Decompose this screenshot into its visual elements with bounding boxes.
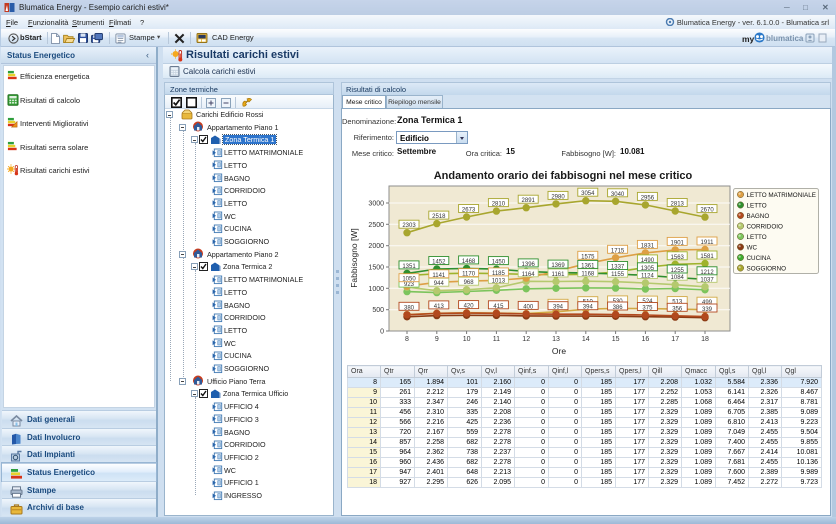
svg-text:1212: 1212 bbox=[700, 270, 714, 276]
svg-text:13: 13 bbox=[552, 336, 560, 343]
svg-text:12: 12 bbox=[522, 336, 530, 343]
svg-text:944: 944 bbox=[434, 281, 445, 287]
svg-text:1831: 1831 bbox=[641, 243, 655, 249]
svg-text:356: 356 bbox=[672, 306, 683, 312]
svg-text:1037: 1037 bbox=[700, 277, 714, 283]
svg-text:2518: 2518 bbox=[432, 214, 446, 220]
svg-text:1255: 1255 bbox=[671, 268, 685, 274]
svg-text:375: 375 bbox=[642, 306, 653, 312]
svg-text:1450: 1450 bbox=[492, 260, 506, 266]
svg-text:500: 500 bbox=[372, 307, 384, 314]
svg-text:1563: 1563 bbox=[671, 255, 685, 261]
svg-text:SOGGIORNO: SOGGIORNO bbox=[747, 265, 787, 272]
svg-text:2670: 2670 bbox=[700, 208, 714, 214]
svg-text:1901: 1901 bbox=[671, 240, 685, 246]
svg-text:1351: 1351 bbox=[402, 264, 416, 270]
svg-text:1185: 1185 bbox=[492, 271, 506, 277]
svg-text:2673: 2673 bbox=[462, 208, 476, 214]
svg-text:2956: 2956 bbox=[641, 195, 655, 201]
svg-text:BAGNO: BAGNO bbox=[747, 213, 770, 220]
svg-text:Fabbisogno [W]: Fabbisogno [W] bbox=[349, 228, 359, 288]
svg-text:2810: 2810 bbox=[492, 202, 506, 208]
svg-text:1013: 1013 bbox=[492, 278, 506, 284]
svg-text:14: 14 bbox=[582, 336, 590, 343]
svg-text:CORRIDOIO: CORRIDOIO bbox=[747, 223, 783, 230]
svg-text:380: 380 bbox=[404, 305, 415, 311]
svg-text:2813: 2813 bbox=[671, 202, 685, 208]
svg-text:1369: 1369 bbox=[551, 263, 565, 269]
svg-text:2891: 2891 bbox=[522, 198, 536, 204]
svg-text:968: 968 bbox=[464, 280, 475, 286]
svg-text:1155: 1155 bbox=[611, 272, 625, 278]
svg-text:394: 394 bbox=[583, 305, 594, 311]
svg-text:1396: 1396 bbox=[522, 262, 536, 268]
svg-text:1715: 1715 bbox=[611, 248, 625, 254]
svg-text:1000: 1000 bbox=[368, 286, 384, 293]
svg-text:1500: 1500 bbox=[368, 265, 384, 272]
svg-text:1141: 1141 bbox=[432, 273, 446, 279]
svg-text:1468: 1468 bbox=[462, 259, 476, 265]
svg-text:3000: 3000 bbox=[368, 201, 384, 208]
svg-text:1161: 1161 bbox=[552, 272, 566, 278]
svg-text:2000: 2000 bbox=[368, 243, 384, 250]
svg-text:2500: 2500 bbox=[368, 222, 384, 229]
svg-text:WC: WC bbox=[747, 244, 758, 251]
svg-text:413: 413 bbox=[434, 304, 445, 310]
svg-text:9: 9 bbox=[435, 336, 439, 343]
svg-text:386: 386 bbox=[613, 305, 624, 311]
svg-text:1170: 1170 bbox=[462, 272, 476, 278]
svg-text:1581: 1581 bbox=[700, 254, 714, 260]
svg-text:1168: 1168 bbox=[581, 272, 595, 278]
svg-text:415: 415 bbox=[493, 304, 504, 310]
svg-text:1575: 1575 bbox=[581, 254, 595, 260]
svg-text:LETTO: LETTO bbox=[747, 202, 767, 209]
svg-text:400: 400 bbox=[523, 304, 534, 310]
svg-text:923: 923 bbox=[404, 282, 415, 288]
svg-text:10: 10 bbox=[463, 336, 471, 343]
svg-text:LETTO: LETTO bbox=[747, 234, 767, 241]
svg-text:0: 0 bbox=[380, 329, 384, 336]
svg-text:LETTO MATRIMONIALE: LETTO MATRIMONIALE bbox=[747, 192, 816, 199]
svg-text:17: 17 bbox=[671, 336, 679, 343]
svg-text:2303: 2303 bbox=[402, 223, 416, 229]
svg-text:15: 15 bbox=[612, 336, 620, 343]
svg-text:339: 339 bbox=[702, 307, 713, 313]
svg-text:8: 8 bbox=[405, 336, 409, 343]
svg-text:1452: 1452 bbox=[432, 260, 446, 266]
svg-text:394: 394 bbox=[553, 305, 564, 311]
svg-text:1361: 1361 bbox=[581, 263, 595, 269]
svg-text:CUCINA: CUCINA bbox=[747, 255, 772, 262]
svg-text:1050: 1050 bbox=[402, 277, 416, 283]
svg-text:1911: 1911 bbox=[701, 240, 715, 246]
svg-text:3040: 3040 bbox=[611, 192, 625, 198]
svg-text:420: 420 bbox=[464, 304, 475, 310]
svg-text:1164: 1164 bbox=[522, 272, 536, 278]
svg-text:18: 18 bbox=[701, 336, 709, 343]
svg-text:3054: 3054 bbox=[581, 191, 595, 197]
svg-text:11: 11 bbox=[493, 336, 500, 343]
svg-text:1337: 1337 bbox=[611, 265, 625, 271]
svg-text:Ore: Ore bbox=[552, 346, 566, 356]
svg-text:1124: 1124 bbox=[641, 274, 655, 280]
svg-text:2980: 2980 bbox=[551, 194, 565, 200]
svg-text:16: 16 bbox=[642, 336, 650, 343]
svg-text:1305: 1305 bbox=[641, 266, 655, 272]
svg-text:1084: 1084 bbox=[671, 275, 685, 281]
